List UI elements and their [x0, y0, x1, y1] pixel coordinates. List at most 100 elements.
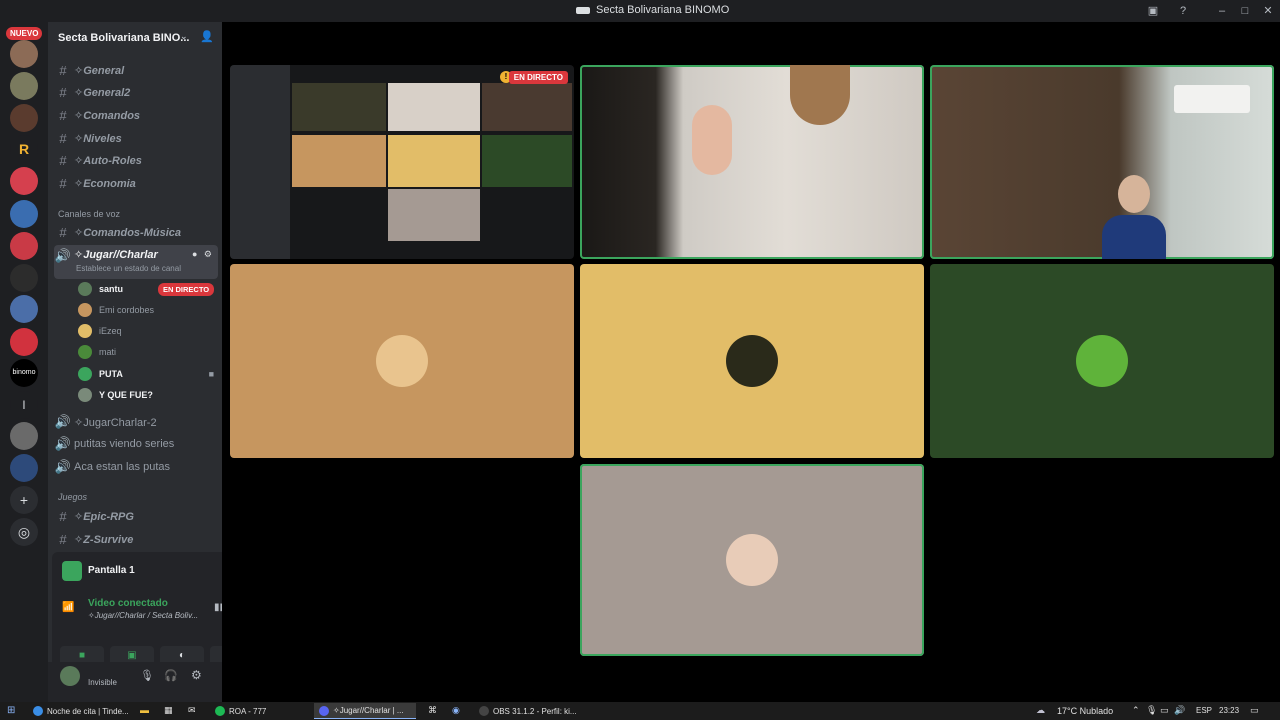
server-icon[interactable]: [10, 232, 38, 260]
voice-user[interactable]: santu EN DIRECTO: [78, 279, 218, 299]
server-icon[interactable]: [10, 422, 38, 450]
weather-text[interactable]: 17°C Nublado: [1057, 706, 1113, 716]
avatar: [78, 345, 92, 359]
terminal-icon[interactable]: ⌘: [428, 705, 437, 716]
channel-actions-icon[interactable]: ● ⚙: [192, 249, 214, 260]
server-header[interactable]: Secta Bolivariana BINO... ⌄ 👤: [48, 22, 222, 54]
taskbar-item[interactable]: OBS 31.1.2 - Perfil: ki...: [474, 703, 578, 719]
minimize-button[interactable]: –: [1214, 3, 1230, 19]
invite-icon[interactable]: 👤: [200, 30, 214, 43]
server-rail: NUEVO R binomo l + ◎: [0, 22, 48, 702]
voice-location[interactable]: ✧Jugar//Charlar / Secta Boliv...: [88, 611, 198, 620]
help-icon[interactable]: ?: [1175, 3, 1191, 19]
steam-icon[interactable]: ◉: [452, 705, 460, 716]
hash-icon: #: [59, 130, 67, 146]
volume-icon[interactable]: 🔊: [1174, 705, 1185, 716]
voice-channel[interactable]: 🔊 Aca estan las putas: [54, 457, 218, 477]
stream-preview-tile: [388, 135, 480, 187]
channel-name: ✧General: [74, 64, 125, 77]
taskbar: ⊞ Noche de cita | Tinde... ▬ ▦ ✉ ROA - 7…: [0, 702, 1280, 720]
avatar-tile[interactable]: [580, 264, 924, 458]
channel-name: ✧Z-Survive: [74, 533, 134, 546]
avatar-tile[interactable]: [930, 264, 1274, 458]
headphones-icon[interactable]: 🎧: [164, 669, 178, 682]
microphone-tray-icon[interactable]: 🎙: [1146, 705, 1157, 716]
text-channel[interactable]: # ✧Economia: [54, 173, 218, 193]
voice-status[interactable]: Video conectado: [88, 598, 168, 609]
language-indicator[interactable]: ESP: [1196, 706, 1212, 715]
taskbar-item[interactable]: ✧Jugar//Charlar | ...: [314, 703, 416, 719]
server-icon-letter[interactable]: l: [10, 391, 38, 419]
text-channel[interactable]: # ✧General2: [54, 82, 218, 102]
server-icon[interactable]: [10, 104, 38, 132]
add-server-icon[interactable]: +: [10, 486, 38, 514]
server-icon[interactable]: [10, 200, 38, 228]
taskbar-item[interactable]: ROA - 777: [210, 703, 310, 719]
channel-name: ✧Epic-RPG: [74, 510, 134, 523]
avatar: [1076, 335, 1128, 387]
text-channel[interactable]: # ✧Auto-Roles: [54, 150, 218, 170]
voice-user[interactable]: PUTA ■: [78, 364, 218, 384]
maximize-button[interactable]: □: [1237, 3, 1253, 19]
server-icon[interactable]: [10, 72, 38, 100]
voice-channel-active[interactable]: 🔊 ✧Jugar//Charlar Establece un estado de…: [54, 245, 218, 279]
edge-icon: [33, 706, 43, 716]
cloud-icon: ☁: [1036, 705, 1045, 715]
close-button[interactable]: ✕: [1260, 3, 1276, 19]
server-icon[interactable]: [10, 264, 38, 292]
text-channel-music[interactable]: # ✧Comandos-Música: [54, 222, 218, 242]
server-icon[interactable]: R: [10, 135, 38, 163]
store-icon[interactable]: ▦: [164, 705, 173, 716]
gear-icon[interactable]: ⚙: [191, 668, 202, 682]
avatar: [726, 335, 778, 387]
new-badge: NUEVO: [6, 27, 43, 40]
avatar-tile[interactable]: [230, 264, 574, 458]
text-channel[interactable]: # ✧Epic-RPG: [54, 506, 218, 526]
voice-channel[interactable]: 🔊 putitas viendo series: [54, 434, 218, 454]
server-icon-binomo[interactable]: binomo: [10, 359, 38, 387]
avatar[interactable]: [60, 666, 80, 686]
folder-icon[interactable]: ▬: [140, 705, 149, 715]
camera-tile-user[interactable]: [930, 65, 1274, 259]
windows-start-icon[interactable]: ⊞: [7, 705, 15, 716]
channel-status-text[interactable]: Establece un estado de canal: [76, 264, 181, 273]
text-channel[interactable]: # ✧General: [54, 60, 218, 80]
text-channel[interactable]: # ✧Niveles: [54, 128, 218, 148]
voice-user[interactable]: Y QUE FUE?: [78, 385, 218, 405]
discover-icon[interactable]: ◎: [10, 518, 38, 546]
taskbar-item[interactable]: Noche de cita | Tinde...: [28, 703, 132, 719]
speaker-icon: 🔊: [54, 436, 72, 451]
hash-icon: #: [59, 224, 67, 240]
voice-user[interactable]: iEzeq: [78, 321, 218, 341]
user-status[interactable]: Invisible: [88, 678, 117, 687]
microphone-icon[interactable]: 🎙: [140, 669, 154, 682]
channel-name: ✧Jugar//Charlar: [74, 249, 158, 261]
taskbar-label: OBS 31.1.2 - Perfil: ki...: [493, 706, 577, 716]
server-icon[interactable]: [10, 167, 38, 195]
server-icon[interactable]: [10, 40, 38, 68]
clock[interactable]: 23:23: [1219, 706, 1239, 715]
notifications-icon[interactable]: ▭: [1250, 705, 1259, 716]
tray-chevron-icon[interactable]: ⌃: [1132, 705, 1140, 716]
stream-tile[interactable]: ! EN DIRECTO: [230, 65, 574, 259]
inbox-icon[interactable]: ▣: [1145, 3, 1161, 19]
avatar-tile[interactable]: [580, 464, 924, 656]
camera-tile-user[interactable]: [580, 65, 924, 259]
mail-icon[interactable]: ✉: [188, 705, 196, 716]
stream-preview-tile: [482, 83, 572, 131]
voice-user[interactable]: mati: [78, 342, 218, 362]
voice-category-label[interactable]: Canales de voz: [58, 209, 120, 219]
avatar: [78, 303, 92, 317]
discord-window: Secta Bolivariana BINOMO ▣ ? – □ ✕ NUEVO…: [0, 0, 1280, 720]
text-channel[interactable]: # ✧Z-Survive: [54, 529, 218, 549]
voice-channel[interactable]: 🔊 ✧JugarCharlar-2: [54, 412, 218, 432]
avatar: [78, 367, 92, 381]
games-category-label[interactable]: Juegos: [58, 492, 87, 502]
server-icon[interactable]: [10, 454, 38, 482]
user-name: mati: [99, 347, 117, 357]
text-channel[interactable]: # ✧Comandos: [54, 105, 218, 125]
server-icon[interactable]: [10, 295, 38, 323]
voice-user[interactable]: Emi cordobes: [78, 300, 218, 320]
network-icon[interactable]: ▭: [1160, 705, 1169, 716]
server-icon[interactable]: [10, 328, 38, 356]
